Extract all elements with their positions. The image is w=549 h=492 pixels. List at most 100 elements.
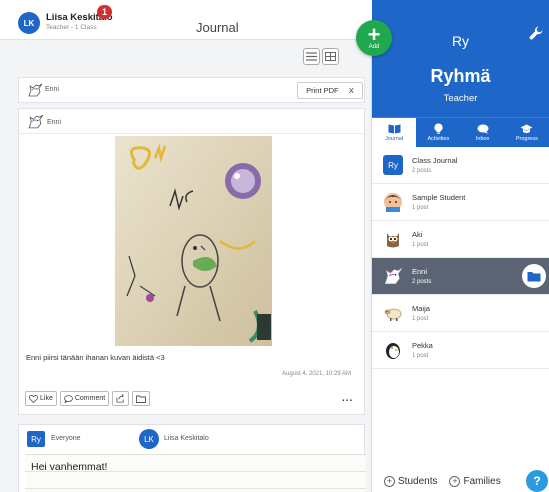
student-item-name: Maija <box>412 304 430 313</box>
post-photo[interactable] <box>115 136 272 346</box>
like-button[interactable]: Like <box>25 391 57 406</box>
journal-panel: LK Liisa Keskitalo Teacher - 1 Class 1 J… <box>0 0 372 492</box>
tab-journal-label: Journal <box>385 135 404 142</box>
post-composer: Ry Everyone LK Liisa Keskitalo Hei vanhe… <box>18 424 366 492</box>
notification-badge[interactable]: 1 <box>97 5 112 19</box>
list-icon <box>306 52 317 61</box>
penguin-avatar-icon <box>383 340 403 360</box>
author-name: Liisa Keskitalo <box>164 435 209 442</box>
plus-circle-icon: + <box>449 475 461 487</box>
tab-journal[interactable]: Journal <box>372 118 417 147</box>
list-view-button[interactable] <box>303 48 320 65</box>
print-pdf-label: Print PDF <box>306 86 339 95</box>
post-caption: Enni piirsi tänään ihanan kuvan äidistä … <box>26 353 165 362</box>
top-bar: LK Liisa Keskitalo Teacher - 1 Class 1 J… <box>0 0 372 40</box>
sheep-avatar-icon <box>383 303 403 323</box>
student-item-aki[interactable]: Aki 1 post <box>372 221 549 258</box>
journal-post: Enni Enni piirsi tänään ihanan kuvan äid… <box>18 108 365 415</box>
class-short-name: Ry <box>451 33 470 49</box>
class-header: Ry Ryhmä Teacher <box>372 0 549 117</box>
student-item-name: Sample Student <box>412 193 466 202</box>
add-post-button[interactable]: + Add <box>356 20 392 56</box>
families-label: Families <box>463 475 501 487</box>
post-author: Enni <box>47 119 62 126</box>
unicorn-avatar-icon <box>383 266 403 286</box>
tab-progress[interactable]: Progress <box>505 118 549 147</box>
print-pdf-button[interactable]: Print PDF X <box>297 82 363 99</box>
student-item-posts: 1 post <box>412 316 429 322</box>
user-avatar[interactable]: LK <box>18 12 40 34</box>
tab-progress-label: Progress <box>515 135 538 142</box>
class-name: Ryhmä <box>430 66 491 86</box>
post-text-input[interactable]: Hei vanhemmat! <box>25 454 366 492</box>
comment-label: Comment <box>74 395 106 402</box>
post-filter-bar: Enni Print PDF X <box>18 77 365 103</box>
add-families-button[interactable]: + Families <box>449 475 501 487</box>
folder-icon <box>527 271 541 281</box>
student-item-posts: 2 posts <box>412 279 432 285</box>
comment-button[interactable]: Comment <box>59 391 110 406</box>
folder-icon <box>136 395 147 403</box>
unicorn-icon <box>27 114 44 134</box>
tab-activities-label: Activities <box>427 136 450 142</box>
student-avatar-icon <box>383 192 403 212</box>
tab-inbox-label: Inbox <box>475 135 490 142</box>
grid-icon <box>325 52 336 61</box>
plus-icon: + <box>367 21 381 47</box>
audience-badge: Ry <box>27 431 45 447</box>
sidebar-tabs: Journal Activities Inbox Progress <box>372 117 549 147</box>
move-to-folder-button[interactable] <box>132 391 151 406</box>
comment-icon <box>63 394 73 403</box>
lightbulb-icon <box>434 123 443 134</box>
post-actions: Like Comment <box>25 391 151 406</box>
student-item-sample-student[interactable]: Sample Student 1 post <box>372 184 549 221</box>
share-icon <box>116 394 125 403</box>
student-item-pekka[interactable]: Pekka 1 post <box>372 332 549 369</box>
audience-selector[interactable]: Everyone <box>51 435 81 442</box>
grid-view-button[interactable] <box>322 48 339 65</box>
owl-avatar-icon <box>383 229 403 249</box>
unicorn-icon <box>27 83 43 102</box>
class-avatar: Ry <box>383 155 403 175</box>
class-sidebar: Ry Ryhmä Teacher Journal Activities Inbo… <box>372 0 549 492</box>
user-role: Teacher - 1 Class <box>46 24 97 31</box>
author-avatar: LK <box>139 429 159 449</box>
student-folder-button[interactable] <box>522 264 546 288</box>
student-list: Ry Class Journal 2 posts Sample Student … <box>372 147 549 369</box>
close-filter-button[interactable]: X <box>349 86 354 95</box>
heart-icon <box>29 394 38 403</box>
wrench-icon[interactable] <box>529 26 543 40</box>
student-item-enni[interactable]: Enni 2 posts <box>372 258 549 295</box>
post-text-value: Hei vanhemmat! <box>31 461 108 473</box>
post-header: Enni <box>19 109 364 134</box>
student-item-name: Pekka <box>412 341 433 350</box>
student-item-name: Enni <box>412 267 428 276</box>
chat-icon <box>477 124 489 134</box>
tab-inbox[interactable]: Inbox <box>461 118 505 147</box>
student-item-class-journal[interactable]: Ry Class Journal 2 posts <box>372 147 549 184</box>
students-label: Students <box>398 475 438 487</box>
student-item-posts: 1 post <box>412 353 429 359</box>
student-item-name: Aki <box>412 230 423 239</box>
class-role: Teacher <box>443 93 478 104</box>
book-icon <box>388 124 401 133</box>
sidebar-footer: + Students + Families ? <box>372 470 549 492</box>
view-toggle <box>303 48 339 65</box>
more-options-button[interactable]: ... <box>342 393 353 404</box>
add-students-button[interactable]: + Students <box>384 475 438 487</box>
add-label: Add <box>368 43 380 50</box>
filter-student-name: Enni <box>45 86 60 93</box>
tab-activities[interactable]: Activities <box>416 118 460 147</box>
share-button[interactable] <box>112 391 130 406</box>
graduation-cap-icon <box>520 124 533 133</box>
student-item-posts: 1 post <box>412 242 429 248</box>
help-button[interactable]: ? <box>526 470 548 492</box>
plus-circle-icon: + <box>384 475 395 487</box>
student-item-maija[interactable]: Maija 1 post <box>372 295 549 332</box>
student-item-posts: 1 post <box>412 205 429 211</box>
student-item-posts: 2 posts <box>412 168 432 174</box>
like-label: Like <box>40 395 53 402</box>
student-item-name: Class Journal <box>412 156 458 165</box>
post-timestamp: August 4, 2021, 10:29 AM <box>282 371 352 377</box>
page-title: Journal <box>196 20 239 35</box>
